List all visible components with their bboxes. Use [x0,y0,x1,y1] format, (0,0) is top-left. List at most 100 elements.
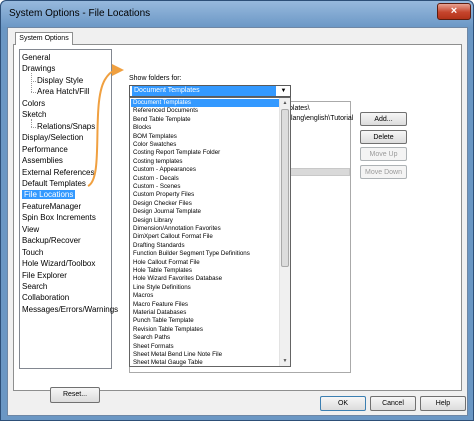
folder-path: plates\ [289,105,310,112]
dropdown-option[interactable]: Hole Table Templates [131,267,279,275]
tree-item[interactable]: Spin Box Increments [22,212,96,223]
dropdown-option[interactable]: Bend Table Template [131,116,279,124]
dropdown-option[interactable]: Punch Table Template [131,317,279,325]
dropdown-option[interactable]: Referenced Documents [131,107,279,115]
tree-item-label: Drawings [22,64,56,74]
dropdown-option[interactable]: Sheet Metal Gauge Table [131,359,279,366]
cancel-button[interactable]: Cancel [370,396,416,411]
folders-horizontal-scrollbar[interactable] [290,168,350,176]
dropdown-option[interactable]: Custom - Appearances [131,166,279,174]
tree-item[interactable]: Relations/Snaps [31,121,95,132]
tree-item-label: Sketch [22,110,47,120]
dropdown-option[interactable]: Design Library [131,217,279,225]
tree-item[interactable]: Colors [22,98,45,109]
dialog-window: System Options - File Locations × System… [0,0,474,421]
tree-item-label: Performance [22,144,68,154]
tree-item[interactable]: File Explorer [22,270,67,281]
tree-item-label: Search [22,282,48,291]
dropdown-option[interactable]: Macros [131,292,279,300]
tree-item-label: Collaboration [22,293,70,303]
tree-item-label: Display Style [37,75,84,85]
tree-connector [31,119,32,127]
reset-button[interactable]: Reset... [50,387,100,403]
tree-item[interactable]: File Locations [22,189,76,200]
tree-item[interactable]: Backup/Recover [22,235,81,246]
tree-item[interactable]: Drawings [22,63,55,74]
tree-item-label: Assemblies [22,156,63,166]
dropdown-option[interactable]: Line Style Definitions [131,284,279,292]
dropdown-option[interactable]: Macro Feature Files [131,301,279,309]
tree-item[interactable]: Search [22,281,47,292]
tree-item[interactable]: Display Style [31,75,83,86]
tree-item[interactable]: Sketch [22,109,46,120]
tree-item[interactable]: Display/Selection [22,132,83,143]
folder-type-dropdown-list[interactable]: Document Templates Referenced Documents Be… [129,97,291,367]
add-button[interactable]: Add... [360,112,407,126]
tree-connector [31,73,32,93]
move-up-button[interactable]: Move Up [360,147,407,161]
dropdown-option[interactable]: Document Templates [131,99,279,107]
tree-item[interactable]: Hole Wizard/Toolbox [22,258,95,269]
tree-item-label: General [22,53,51,62]
tree-item[interactable]: Messages/Errors/Warnings [22,304,118,315]
dropdown-option[interactable]: Custom - Scenes [131,183,279,191]
ok-button[interactable]: OK [320,396,366,411]
move-down-button[interactable]: Move Down [360,165,407,179]
dropdown-option[interactable]: Hole Wizard Favorites Database [131,275,279,283]
dropdown-option[interactable]: Custom - Decals [131,175,279,183]
show-folders-select[interactable]: Document Templates ▼ [129,85,291,97]
tree-item[interactable]: FeatureManager [22,201,81,212]
options-tree[interactable]: General Drawings Display Style Area Hatch/F… [19,49,118,369]
chevron-down-icon[interactable]: ▼ [277,86,290,96]
tree-connector [31,126,36,128]
help-button[interactable]: Help [420,396,466,411]
tree-item[interactable]: General [22,52,50,63]
scroll-up-icon[interactable]: ▲ [280,98,290,108]
dropdown-option[interactable]: Blocks [131,124,279,132]
dropdown-scrollbar[interactable]: ▲ ▼ [279,98,290,366]
tree-item[interactable]: View [22,224,39,235]
dropdown-option[interactable]: Revision Table Templates [131,326,279,334]
title-bar[interactable]: System Options - File Locations × [1,1,473,27]
dropdown-option[interactable]: DimXpert Callout Format File [131,233,279,241]
dropdown-option[interactable]: Function Builder Segment Type Definition… [131,250,279,258]
show-folders-label: Show folders for: [129,75,182,82]
dropdown-option[interactable]: Sheet Metal Bend Line Note File [131,351,279,359]
dropdown-option[interactable]: Costing templates [131,158,279,166]
dropdown-option[interactable]: Costing Report Template Folder [131,149,279,157]
tree-connector [31,92,36,94]
tree-item-label: File Locations [22,190,76,200]
window-title: System Options - File Locations [9,8,151,19]
dropdown-option[interactable]: Design Checker Files [131,200,279,208]
dropdown-option[interactable]: Drafting Standards [131,242,279,250]
scroll-thumb[interactable] [281,109,289,267]
dropdown-option[interactable]: Sheet Formats [131,343,279,351]
tree-item-label: Relations/Snaps [37,121,96,131]
close-button[interactable]: × [437,3,471,20]
scroll-down-icon[interactable]: ▼ [280,356,290,366]
dialog-client: System Options General Drawings Display St… [7,27,468,416]
tree-item[interactable]: Area Hatch/Fill [31,86,89,97]
tab-system-options[interactable]: System Options [15,32,73,45]
dropdown-option[interactable]: BOM Templates [131,133,279,141]
dropdown-option[interactable]: Design Journal Template [131,208,279,216]
tree-item[interactable]: Collaboration [22,292,69,303]
tree-item[interactable]: Touch [22,247,43,258]
tree-item-label: External References [22,167,95,177]
tree-item[interactable]: Default Templates [22,178,86,189]
tree-item-label: Spin Box Increments [22,213,96,223]
tree-item-label: Backup/Recover [22,236,81,246]
dropdown-option[interactable]: Hole Callout Format File [131,259,279,267]
tree-item-label: Display/Selection [22,133,84,143]
tree-item[interactable]: Assemblies [22,155,63,166]
delete-button[interactable]: Delete [360,130,407,144]
tab-panel: General Drawings Display Style Area Hatch/F… [13,44,462,403]
dropdown-option[interactable]: Dimension/Annotation Favorites [131,225,279,233]
tree-item[interactable]: Performance [22,144,68,155]
tree-item[interactable]: External References [22,167,94,178]
dropdown-option[interactable]: Color Swatches [131,141,279,149]
dropdown-option[interactable]: Search Paths [131,334,279,342]
dropdown-option[interactable]: Custom Property Files [131,191,279,199]
dropdown-option[interactable]: Material Databases [131,309,279,317]
tree-item-label: FeatureManager [22,201,82,211]
